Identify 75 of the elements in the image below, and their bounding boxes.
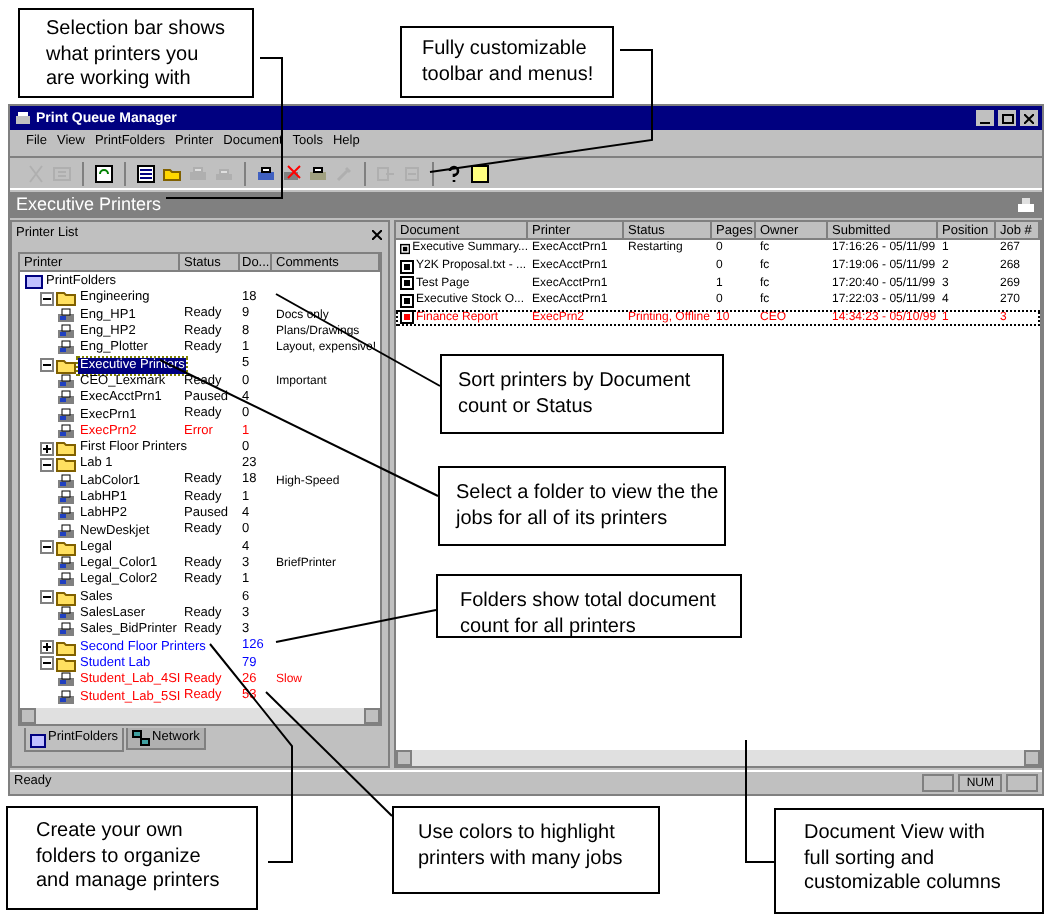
list-view-icon <box>136 163 156 183</box>
toolbar-button[interactable] <box>306 161 330 185</box>
folder-icon <box>30 731 46 747</box>
printer-icon <box>56 622 76 639</box>
printer-icon <box>56 556 76 573</box>
refresh-icon <box>94 163 114 183</box>
printer-icon <box>56 340 76 357</box>
expander[interactable] <box>40 441 54 456</box>
plus-icon <box>42 443 52 454</box>
delete-icon <box>282 163 302 183</box>
callout: Folders show total document count for all printers <box>436 574 742 638</box>
printer-icon <box>56 390 76 407</box>
expander[interactable] <box>40 540 54 555</box>
printer-icon <box>56 407 76 424</box>
printer-icon <box>1016 196 1036 214</box>
minus-icon <box>42 293 52 304</box>
printer-icon <box>56 606 76 623</box>
maximize-button[interactable] <box>998 110 1016 126</box>
printer-icon <box>214 163 234 183</box>
printer-icon <box>56 506 76 523</box>
printer-icon <box>188 163 208 183</box>
leader-line <box>745 739 775 863</box>
close-button[interactable] <box>1020 110 1038 126</box>
printer-icon <box>56 307 76 324</box>
folder-icon <box>56 290 76 307</box>
expander[interactable] <box>40 590 54 605</box>
minus-icon <box>42 542 52 553</box>
horizontal-scrollbar[interactable] <box>20 708 380 724</box>
minus-icon <box>42 658 52 669</box>
printer-icon <box>56 572 76 589</box>
printer-icon <box>56 523 76 540</box>
minus-icon <box>42 360 52 371</box>
folder-icon <box>56 589 76 606</box>
close-icon <box>371 229 381 239</box>
callout: Sort printers by Document count or Status <box>440 354 724 434</box>
printer-icon <box>56 473 76 490</box>
printer-icon <box>14 109 32 127</box>
callout: Create your own folders to organize and manage printers <box>6 806 258 910</box>
callout: Selection bar shows what printers you are working with <box>18 8 254 98</box>
printer-icon <box>308 163 328 183</box>
selection-title: Executive Printers <box>16 196 162 214</box>
printer-icon <box>256 163 276 183</box>
minus-icon <box>42 459 52 470</box>
callout: Select a folder to view the the jobs for all of its printers <box>438 466 726 546</box>
plus-icon <box>42 642 52 653</box>
toolbar-button[interactable] <box>280 161 304 185</box>
expander[interactable] <box>40 640 54 655</box>
printer-folder-icon <box>24 274 44 291</box>
minimize-button[interactable] <box>976 110 994 126</box>
folder-icon <box>162 163 182 183</box>
toolbar-button[interactable] <box>134 161 158 185</box>
printer-icon <box>56 373 76 390</box>
horizontal-scrollbar[interactable] <box>396 750 1040 766</box>
printer-icon <box>56 672 76 689</box>
expander[interactable] <box>40 457 54 472</box>
document-icon <box>400 241 411 256</box>
close-button[interactable] <box>368 226 384 242</box>
network-icon <box>132 730 151 746</box>
callout: Use colors to highlight printers with many jobs <box>392 806 660 894</box>
printer-icon <box>56 324 76 341</box>
callout: Fully customizable toolbar and menus! <box>400 26 614 98</box>
minimize-icon <box>980 122 990 124</box>
expander[interactable] <box>40 656 54 671</box>
maximize-icon <box>1001 113 1013 123</box>
printer-icon <box>56 423 76 440</box>
minus-icon <box>42 592 52 603</box>
folder-icon <box>56 357 76 374</box>
folder-icon <box>56 539 76 556</box>
expander[interactable] <box>40 358 54 373</box>
printer-icon <box>56 689 76 706</box>
callout: Document View with full sorting and customizable columns <box>774 808 1044 914</box>
toolbar-button[interactable] <box>92 161 116 185</box>
toolbar-button[interactable] <box>254 161 278 185</box>
close-icon <box>1024 113 1034 123</box>
expander[interactable] <box>40 291 54 306</box>
